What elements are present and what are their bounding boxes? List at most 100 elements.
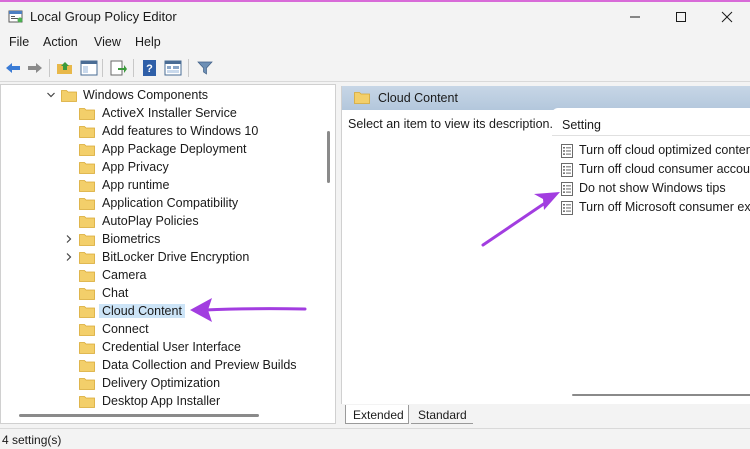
tree-item-autoplay-policies[interactable]: AutoPlay Policies [1,213,321,231]
setting-label: Do not show Windows tips [579,181,726,195]
tree-horizontal-scrollbar[interactable] [1,409,323,423]
tree-item-label: Camera [102,268,147,282]
tab-standard[interactable]: Standard [411,405,473,424]
folder-icon [79,288,95,300]
tree-item-app-runtime[interactable]: App runtime [1,177,321,195]
tree-item-cloud-content[interactable]: Cloud Content [1,303,321,321]
folder-icon [79,360,95,372]
tree-item-delivery-optimization[interactable]: Delivery Optimization [1,375,321,393]
tree-item-bitlocker-drive-encryption[interactable]: BitLocker Drive Encryption [1,249,321,267]
tree-item-windows-components[interactable]: Windows Components [1,87,321,105]
forward-arrow-icon[interactable] [26,59,44,77]
scrollbar-thumb[interactable] [19,414,259,417]
maximize-icon [676,12,686,22]
maximize-button[interactable] [658,2,704,32]
setting-label: Turn off Microsoft consumer experiences [579,200,750,214]
details-header: Cloud Content [342,86,750,110]
policy-setting-icon [561,163,573,177]
tree-item-app-package-deployment[interactable]: App Package Deployment [1,141,321,159]
folder-icon [79,306,95,318]
scrollbar-thumb[interactable] [327,131,330,183]
tree-item-label: Windows Components [83,88,209,102]
export-list-icon[interactable] [109,59,127,77]
folder-icon [79,324,95,336]
tree-item-label: Delivery Optimization [102,376,221,390]
tree-item-label: Application Compatibility [102,196,239,210]
policy-setting-icon [561,144,573,158]
tree-item-app-privacy[interactable]: App Privacy [1,159,321,177]
tree-item-application-compatibility[interactable]: Application Compatibility [1,195,321,213]
group-policy-window: Local Group Policy Editor File Action Vi… [0,0,750,449]
minimize-button[interactable] [612,2,658,32]
tree-item-add-features-to-windows-10[interactable]: Add features to Windows 10 [1,123,321,141]
tree-item-label: App Package Deployment [102,142,247,156]
chevron-right-icon[interactable] [63,233,75,245]
folder-icon [79,252,95,264]
filter-icon[interactable] [196,59,214,77]
toolbar: ? [0,54,750,82]
setting-row[interactable]: Turn off cloud optimized content [560,142,750,160]
back-arrow-icon[interactable] [4,59,22,77]
folder-icon [79,342,95,354]
menu-bar: File Action View Help [0,32,750,54]
properties-icon[interactable] [164,59,182,77]
setting-row[interactable]: Do not show Windows tips [560,180,750,198]
svg-text:?: ? [146,63,153,75]
folder-icon [79,144,95,156]
folder-icon [79,126,95,138]
tree-vertical-scrollbar[interactable] [323,85,335,407]
folder-icon [79,108,95,120]
up-folder-icon[interactable] [56,59,74,77]
scrollbar-thumb[interactable] [572,394,750,396]
tree-item-biometrics[interactable]: Biometrics [1,231,321,249]
window-title: Local Group Policy Editor [30,9,177,24]
close-icon [721,11,733,23]
menu-file[interactable]: File [9,35,29,49]
tree-item-label: ActiveX Installer Service [102,106,237,120]
minimize-icon [630,16,640,18]
tree-item-label: Connect [102,322,149,336]
policy-setting-icon [561,182,573,196]
details-horizontal-scrollbar[interactable] [572,389,750,401]
tree-item-label: Data Collection and Preview Builds [102,358,297,372]
status-text: 4 setting(s) [2,433,62,447]
chevron-right-icon[interactable] [63,251,75,263]
tree-item-chat[interactable]: Chat [1,285,321,303]
tree-item-label: App Privacy [102,160,169,174]
tree-item-label: AutoPlay Policies [102,214,199,228]
item-description: Select an item to view its description. [348,117,553,131]
tree-item-credential-user-interface[interactable]: Credential User Interface [1,339,321,357]
folder-icon [79,270,95,282]
tree-item-label: Chat [102,286,129,300]
tree-item-data-collection-and-preview-builds[interactable]: Data Collection and Preview Builds [1,357,321,375]
details-title: Cloud Content [378,91,458,105]
policy-setting-icon [561,201,573,215]
console-tree: Windows Components ActiveX Installer Ser… [0,84,336,424]
menu-view[interactable]: View [94,35,121,49]
show-hide-tree-icon[interactable] [80,59,98,77]
tree-item-label: App runtime [102,178,170,192]
tab-extended[interactable]: Extended [345,405,409,424]
menu-help[interactable]: Help [135,35,161,49]
tree-item-connect[interactable]: Connect [1,321,321,339]
chevron-down-icon[interactable] [45,89,57,101]
tree-item-label: Credential User Interface [102,340,241,354]
setting-row[interactable]: Turn off Microsoft consumer experiences [560,199,750,217]
toolbar-separator [133,59,134,77]
folder-icon [79,162,95,174]
column-header-setting[interactable]: Setting [552,112,750,136]
tab-label: Standard [418,408,467,422]
folder-icon [79,378,95,390]
tree-item-activex-installer-service[interactable]: ActiveX Installer Service [1,105,321,123]
tree-item-camera[interactable]: Camera [1,267,321,285]
toolbar-separator [102,59,103,77]
tree-item-label: Add features to Windows 10 [102,124,259,138]
help-icon[interactable]: ? [141,59,159,77]
setting-row[interactable]: Turn off cloud consumer account state co… [560,161,750,179]
setting-label: Turn off cloud optimized content [579,143,750,157]
folder-icon [79,396,95,408]
status-bar: 4 setting(s) [0,428,750,449]
close-button[interactable] [704,2,750,32]
menu-action[interactable]: Action [43,35,78,49]
folder-icon [79,180,95,192]
